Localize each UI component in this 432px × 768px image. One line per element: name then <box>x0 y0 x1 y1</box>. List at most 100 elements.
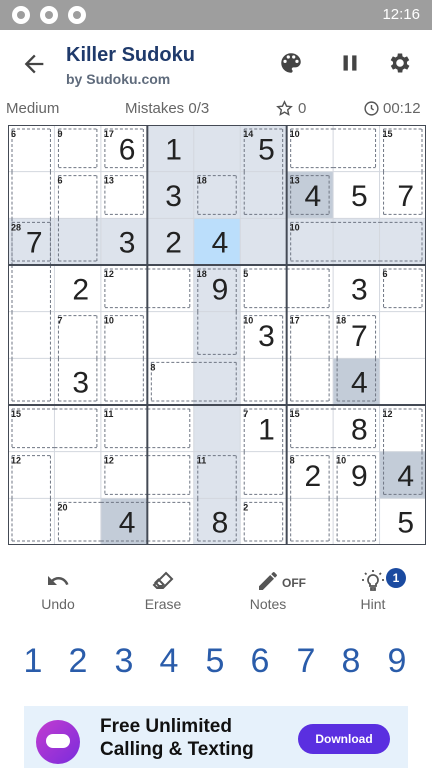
notification-icon <box>40 6 58 24</box>
number-key-2[interactable]: 2 <box>56 636 100 686</box>
sudoku-cell[interactable] <box>8 358 55 405</box>
number-key-6[interactable]: 6 <box>238 636 282 686</box>
sudoku-cell[interactable] <box>54 451 101 499</box>
cage-sum-label: 11 <box>104 409 114 419</box>
cage-sum-label: 13 <box>290 176 300 186</box>
sudoku-cell[interactable] <box>286 498 334 545</box>
ad-subheadline: Calling & Texting <box>100 739 254 760</box>
back-arrow-icon[interactable] <box>20 50 48 78</box>
sudoku-cell[interactable] <box>8 265 55 312</box>
cell-digit: 9 <box>212 273 229 306</box>
notes-state-badge: OFF <box>282 576 306 590</box>
cage-sum-label: 11 <box>197 456 207 466</box>
sudoku-cell[interactable] <box>8 311 55 359</box>
cage-sum-label: 15 <box>290 409 300 419</box>
cell-digit: 3 <box>165 180 182 213</box>
erase-label: Erase <box>144 596 182 612</box>
number-key-4[interactable]: 4 <box>147 636 191 686</box>
sudoku-cell[interactable] <box>8 171 55 219</box>
sudoku-cell[interactable] <box>147 498 194 545</box>
sudoku-cell[interactable] <box>379 358 426 405</box>
cage-sum-label: 9 <box>57 129 62 139</box>
sudoku-cell[interactable] <box>240 451 287 499</box>
sudoku-cell[interactable] <box>147 311 194 359</box>
sudoku-grid[interactable]: 6 9 17 14 10 156 13 18 1328 1012 18 5 67 10 10 17 18815 1… <box>8 125 426 545</box>
cage-sum-label: 18 <box>197 176 207 186</box>
status-time: 12:16 <box>382 6 420 23</box>
cage-sum-label: 7 <box>243 409 248 419</box>
sudoku-cell[interactable] <box>193 125 241 172</box>
cage-sum-label: 15 <box>11 409 21 419</box>
sudoku-cell[interactable] <box>240 218 287 265</box>
sudoku-cell[interactable] <box>147 265 194 312</box>
sudoku-cell[interactable] <box>8 498 55 545</box>
undo-button[interactable]: Undo <box>13 565 103 621</box>
sudoku-cell[interactable] <box>286 265 334 312</box>
notification-icon <box>68 6 86 24</box>
cell-digit: 5 <box>351 180 368 213</box>
notes-label: Notes <box>249 596 287 612</box>
erase-button[interactable]: Erase <box>118 565 208 621</box>
sudoku-cell[interactable] <box>240 358 287 405</box>
cell-digit: 6 <box>119 133 136 166</box>
sudoku-cell[interactable] <box>286 358 334 405</box>
page-subtitle: by Sudoku.com <box>66 71 171 87</box>
cell-digit: 5 <box>258 133 275 166</box>
sudoku-cell[interactable] <box>379 218 426 265</box>
sudoku-cell[interactable] <box>379 311 426 359</box>
cell-digit: 4 <box>119 507 136 540</box>
palette-icon[interactable] <box>278 50 304 76</box>
cage-sum-label: 14 <box>243 129 253 139</box>
sudoku-cell[interactable] <box>54 405 101 452</box>
sudoku-cell[interactable] <box>193 405 241 452</box>
sudoku-cell[interactable] <box>193 358 241 405</box>
sudoku-cell[interactable] <box>147 405 194 452</box>
cage-sum-label: 18 <box>336 316 346 326</box>
cage-sum-label: 18 <box>197 269 207 279</box>
ad-banner[interactable]: Free Unlimited Calling & Texting Downloa… <box>24 706 408 768</box>
cell-digit: 2 <box>72 273 89 306</box>
cage-sum-label: 13 <box>104 176 114 186</box>
settings-gear-icon[interactable] <box>387 50 413 76</box>
cage-sum-label: 20 <box>57 502 67 512</box>
pause-icon[interactable] <box>337 50 363 76</box>
cage-sum-label: 12 <box>11 456 21 466</box>
number-key-3[interactable]: 3 <box>102 636 146 686</box>
cage-sum-label: 17 <box>290 316 300 326</box>
hint-label: Hint <box>360 596 386 612</box>
notes-button[interactable]: Notes <box>223 565 313 621</box>
sudoku-cell[interactable] <box>193 311 241 359</box>
cell-digit: 4 <box>351 367 368 400</box>
cell-digit: 4 <box>212 227 229 260</box>
star-icon <box>276 100 293 116</box>
cage-sum-label: 10 <box>290 129 300 139</box>
cell-digit: 8 <box>351 413 368 446</box>
sudoku-board[interactable]: 6 9 17 14 10 15 6 13 18 13 28 10 12 18 5 6 7 10 10 17 18 8 15 1… <box>8 125 426 545</box>
cell-digit: 1 <box>258 413 275 446</box>
app-bar: Killer Sudoku by Sudoku.com <box>0 30 432 96</box>
ad-download-button[interactable]: Download <box>298 724 390 754</box>
cell-digit: 3 <box>351 273 368 306</box>
cell-digit: 8 <box>212 507 229 540</box>
number-key-9[interactable]: 9 <box>375 636 419 686</box>
tool-bar: Undo Erase Notes Hint <box>0 565 432 625</box>
sudoku-cell[interactable] <box>100 358 148 405</box>
cage-sum-label: 10 <box>243 316 253 326</box>
cage-sum-label: 8 <box>290 456 295 466</box>
ad-app-logo <box>36 720 80 764</box>
cage-sum-label: 6 <box>57 176 62 186</box>
number-key-7[interactable]: 7 <box>284 636 328 686</box>
sudoku-cell[interactable] <box>333 125 380 172</box>
cage-sum-label: 2 <box>243 502 248 512</box>
number-key-8[interactable]: 8 <box>329 636 373 686</box>
cage-sum-label: 10 <box>290 222 300 232</box>
number-key-1[interactable]: 1 <box>11 636 55 686</box>
cell-digit: 2 <box>165 227 182 260</box>
sudoku-cell[interactable] <box>333 498 380 545</box>
sudoku-cell[interactable] <box>147 451 194 499</box>
cell-digit: 3 <box>72 367 89 400</box>
sudoku-cell[interactable] <box>240 171 287 219</box>
number-key-5[interactable]: 5 <box>193 636 237 686</box>
sudoku-cell[interactable] <box>333 218 380 265</box>
sudoku-cell[interactable] <box>54 218 101 265</box>
